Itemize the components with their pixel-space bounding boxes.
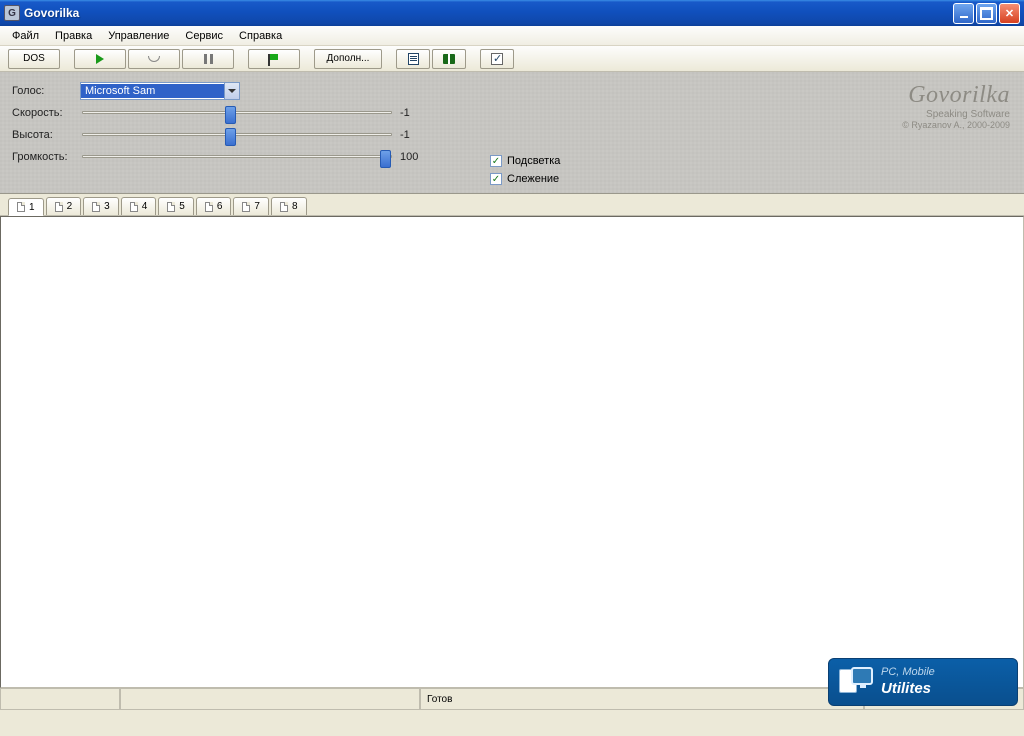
brand-title: Govorilka [902,82,1010,109]
tab-label: 5 [179,201,185,212]
brand-block: Govorilka Speaking Software © Ryazanov A… [902,82,1010,130]
addon-button[interactable]: Дополн... [314,49,382,69]
volume-slider[interactable] [82,150,392,164]
slider-track [82,133,392,136]
menu-service[interactable]: Сервис [177,28,231,44]
slider-track [82,111,392,114]
book-button[interactable] [432,49,466,69]
checkbox-icon [491,53,503,65]
menu-edit[interactable]: Правка [47,28,100,44]
highlight-checkbox[interactable]: ✓ [490,155,502,167]
pause-button[interactable] [182,49,234,69]
close-button[interactable] [999,3,1020,24]
pause-icon [204,54,213,64]
tab-label: 6 [217,201,223,212]
flag-icon [268,54,280,64]
menu-help[interactable]: Справка [231,28,290,44]
checkbox-area: ✓ Подсветка ✓ Слежение [490,152,560,188]
menubar: Файл Правка Управление Сервис Справка [0,26,1024,46]
tab-2[interactable]: 2 [46,197,82,215]
tab-label: 7 [254,201,260,212]
play-button[interactable] [74,49,126,69]
pitch-label: Высота: [12,129,80,141]
volume-label: Громкость: [12,151,80,163]
utilities-badge: PC, Mobile Utilites [828,658,1018,706]
tab-6[interactable]: 6 [196,197,232,215]
status-cell-2 [120,689,420,710]
badge-line2: Utilites [881,680,935,698]
tab-7[interactable]: 7 [233,197,269,215]
rewind-button[interactable] [128,49,180,69]
menu-control[interactable]: Управление [100,28,177,44]
pitch-value: -1 [400,129,428,141]
app-icon: G [4,5,20,21]
voice-value: Microsoft Sam [81,84,224,98]
pitch-slider[interactable] [82,128,392,142]
voice-label: Голос: [12,85,80,97]
page-icon [92,202,100,212]
volume-value: 100 [400,151,428,163]
highlight-label: Подсветка [507,155,560,167]
speed-slider[interactable] [82,106,392,120]
follow-label: Слежение [507,173,559,185]
tab-label: 8 [292,201,298,212]
page-icon [205,202,213,212]
page-icon [17,202,25,212]
tab-4[interactable]: 4 [121,197,157,215]
voice-select[interactable]: Microsoft Sam [80,82,240,100]
minimize-button[interactable] [953,3,974,24]
menu-file[interactable]: Файл [4,28,47,44]
tab-label: 4 [142,201,148,212]
play-icon [96,54,104,64]
brand-subtitle: Speaking Software [902,109,1010,120]
tab-3[interactable]: 3 [83,197,119,215]
page-icon [167,202,175,212]
window-title: Govorilka [24,6,953,20]
tab-label: 3 [104,201,110,212]
toolbar: DOS Дополн... [0,46,1024,72]
dos-button[interactable]: DOS [8,49,60,69]
document-button[interactable] [396,49,430,69]
status-cell-1 [0,689,120,710]
speed-value: -1 [400,107,428,119]
page-icon [280,202,288,212]
page-icon [55,202,63,212]
slider-thumb[interactable] [225,128,236,146]
page-icon [130,202,138,212]
slider-track [82,155,392,158]
follow-checkbox[interactable]: ✓ [490,173,502,185]
maximize-button[interactable] [976,3,997,24]
arc-icon [148,56,160,62]
tab-label: 2 [67,201,73,212]
tab-5[interactable]: 5 [158,197,194,215]
document-icon [408,53,419,65]
window-controls [953,3,1020,24]
badge-line1: PC, Mobile [881,666,935,679]
status-ready: Готов [420,689,864,710]
page-icon [242,202,250,212]
tab-strip: 1 2 3 4 5 6 7 8 [0,194,1024,216]
control-panel: Голос: Microsoft Sam Скорость: -1 Высота… [0,72,1024,194]
speed-label: Скорость: [12,107,80,119]
slider-thumb[interactable] [225,106,236,124]
tab-label: 1 [29,202,35,213]
tab-8[interactable]: 8 [271,197,307,215]
tab-1[interactable]: 1 [8,198,44,216]
brand-copyright: © Ryazanov A., 2000-2009 [902,120,1010,130]
book-icon [443,54,455,64]
text-area[interactable] [0,216,1024,688]
slider-thumb[interactable] [380,150,391,168]
flag-button[interactable] [248,49,300,69]
titlebar: G Govorilka [0,0,1024,26]
badge-icon [839,667,873,697]
dropdown-icon[interactable] [224,83,239,99]
options-button[interactable] [480,49,514,69]
